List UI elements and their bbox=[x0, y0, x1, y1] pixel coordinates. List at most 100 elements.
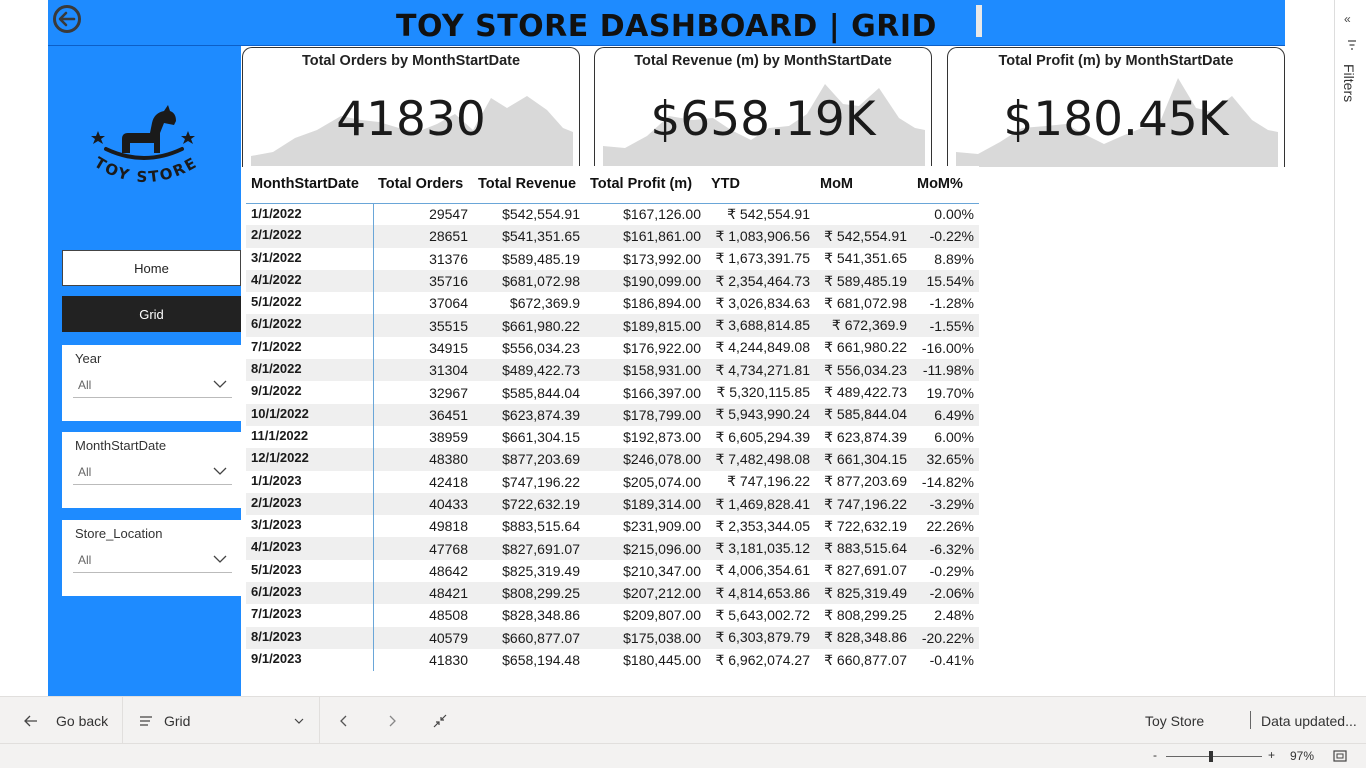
divider bbox=[122, 697, 123, 744]
table-cell: 32967 bbox=[429, 384, 468, 401]
table-cell: $623,874.39 bbox=[473, 403, 585, 426]
table-cell: ₹ 4,734,271.81 bbox=[706, 359, 815, 382]
slicer-label: Store_Location bbox=[75, 526, 163, 541]
table-cell: $207,212.00 bbox=[585, 582, 706, 605]
column-header[interactable]: Total Profit (m) bbox=[585, 166, 706, 203]
zoom-in-button[interactable]: + bbox=[1268, 748, 1275, 762]
table-cell: $660,877.07 bbox=[473, 626, 585, 649]
column-header[interactable]: Total Orders bbox=[373, 166, 473, 203]
page-title: TOY STORE DASHBOARD | GRID bbox=[396, 9, 937, 44]
zoom-out-button[interactable]: - bbox=[1153, 748, 1157, 762]
zoom-slider-thumb[interactable] bbox=[1209, 751, 1213, 762]
table-row[interactable]: 4/1/2022 35716 $681,072.98 $190,099.00 ₹ 2,3… bbox=[246, 269, 979, 293]
table-row[interactable]: 7/1/2023 48508 $828,348.86 $209,807.00 ₹ 5,6… bbox=[246, 604, 979, 627]
table-cell: ₹ 1,469,828.41 bbox=[706, 492, 815, 516]
table-row[interactable]: 8/1/2022 31304 $489,422.73 $158,931.00 ₹ 4,7… bbox=[246, 359, 979, 382]
table-row[interactable]: 10/1/2022 36451 $623,874.39 $178,799.00 ₹ 5,… bbox=[246, 403, 979, 426]
divider bbox=[1250, 711, 1251, 729]
store-location-dropdown[interactable]: All bbox=[73, 547, 232, 573]
grid-nav-button[interactable]: Grid bbox=[62, 296, 241, 332]
table-row[interactable]: 1/1/2023 42418 $747,196.22 $205,074.00 ₹ 747… bbox=[246, 470, 979, 493]
table-cell: $828,348.86 bbox=[502, 607, 580, 624]
table-row[interactable]: 9/1/2022 32967 $585,844.04 $166,397.00 ₹ 5,3… bbox=[246, 381, 979, 404]
table-row[interactable]: 5/1/2023 48642 $825,319.49 $210,347.00 ₹ 4,0… bbox=[246, 559, 979, 583]
column-header[interactable]: Total Revenue bbox=[473, 166, 585, 203]
table-cell: 34915 bbox=[429, 339, 468, 356]
home-nav-button[interactable]: Home bbox=[62, 250, 241, 286]
data-grid[interactable]: MonthStartDate Total Orders Total Revenu… bbox=[246, 166, 979, 676]
table-cell: 31376 bbox=[429, 250, 468, 267]
table-cell: ₹ 747,196.22 bbox=[815, 492, 912, 516]
chevron-right-icon bbox=[389, 715, 396, 727]
year-dropdown[interactable]: All bbox=[73, 372, 232, 398]
table-row[interactable]: 11/1/2022 38959 $661,304.15 $192,873.00 ₹ 6,… bbox=[246, 425, 979, 449]
table-cell: ₹ 747,196.22 bbox=[727, 473, 810, 490]
table-row[interactable]: 8/1/2023 40579 $660,877.07 $175,038.00 ₹ 6,3… bbox=[246, 626, 979, 649]
table-row[interactable]: 3/1/2023 49818 $883,515.64 $231,909.00 ₹ 2,3… bbox=[246, 515, 979, 538]
table-cell: $210,347.00 bbox=[623, 562, 701, 579]
table-row[interactable]: 7/1/2022 34915 $556,034.23 $176,922.00 ₹ 4,2… bbox=[246, 336, 979, 360]
column-header[interactable]: YTD bbox=[706, 166, 815, 203]
go-back-label: Go back bbox=[56, 713, 109, 729]
table-row[interactable]: 12/1/2022 48380 $877,203.69 $246,078.00 ₹ 7,… bbox=[246, 448, 979, 471]
table-cell: 41830 bbox=[429, 652, 468, 669]
total-revenue-card[interactable]: Total Revenue (m) by MonthStartDate $658… bbox=[594, 47, 932, 167]
table-cell: -14.82% bbox=[921, 473, 974, 490]
table-row[interactable]: 4/1/2023 47768 $827,691.07 $215,096.00 ₹ 3,1… bbox=[246, 537, 979, 560]
fit-to-page-icon[interactable] bbox=[1333, 750, 1347, 762]
table-cell: 48508 bbox=[429, 607, 468, 624]
table-cell: 40579 bbox=[373, 626, 473, 649]
table-cell: ₹ 661,304.15 bbox=[815, 448, 912, 471]
table-cell: 19.70% bbox=[926, 384, 974, 401]
table-cell: $661,304.15 bbox=[502, 429, 580, 446]
table-cell: ₹ 1,083,906.56 bbox=[706, 225, 815, 248]
table-cell: ₹ 623,874.39 bbox=[824, 428, 907, 445]
table-row[interactable]: 6/1/2023 48421 $808,299.25 $207,212.00 ₹ 4,8… bbox=[246, 582, 979, 605]
table-row[interactable]: 3/1/2022 31376 $589,485.19 $173,992.00 ₹ 1,6… bbox=[246, 247, 979, 270]
column-header[interactable]: MonthStartDate bbox=[246, 166, 373, 203]
column-header[interactable]: MoM% bbox=[912, 166, 979, 203]
row-date-cell: 11/1/2022 bbox=[246, 425, 374, 449]
zoom-slider-track[interactable] bbox=[1166, 756, 1262, 757]
table-cell: $173,992.00 bbox=[623, 250, 701, 267]
table-cell: ₹ 825,319.49 bbox=[815, 582, 912, 605]
row-date-cell: 1/1/2023 bbox=[246, 470, 374, 493]
table-cell: -2.06% bbox=[912, 582, 979, 605]
next-page-button[interactable] bbox=[387, 697, 397, 745]
table-cell: ₹ 3,026,834.63 bbox=[715, 294, 810, 311]
table-row[interactable]: 9/1/2023 41830 $658,194.48 $180,445.00 ₹ 6,9… bbox=[246, 648, 979, 672]
table-row[interactable]: 5/1/2022 37064 $672,369.9 $186,894.00 ₹ 3,02… bbox=[246, 292, 979, 315]
row-date-cell: 5/1/2023 bbox=[246, 559, 374, 583]
collapse-chevron-icon[interactable]: « bbox=[1344, 12, 1351, 26]
table-body: 1/1/2022 29547 $542,554.91 $167,126.00 ₹ 542… bbox=[246, 202, 979, 672]
table-cell: 6.49% bbox=[912, 403, 979, 426]
monthstartdate-dropdown[interactable]: All bbox=[73, 459, 232, 485]
table-cell: ₹ 672,369.9 bbox=[815, 314, 912, 337]
total-orders-card[interactable]: Total Orders by MonthStartDate 41830 bbox=[242, 47, 580, 167]
table-row[interactable]: 1/1/2022 29547 $542,554.91 $167,126.00 ₹ 542… bbox=[246, 202, 979, 226]
total-profit-card[interactable]: Total Profit (m) by MonthStartDate $180.… bbox=[947, 47, 1285, 167]
table-cell: 28651 bbox=[373, 225, 473, 248]
page-selector[interactable]: Grid bbox=[140, 697, 306, 745]
table-cell: 35716 bbox=[373, 269, 473, 293]
text-cursor-marker bbox=[976, 5, 982, 37]
go-back-button[interactable]: Go back bbox=[24, 697, 108, 745]
table-cell: ₹ 883,515.64 bbox=[815, 537, 912, 560]
exit-fullscreen-button[interactable] bbox=[433, 697, 447, 745]
table-row[interactable]: 6/1/2022 35515 $661,980.22 $189,815.00 ₹ 3,6… bbox=[246, 314, 979, 337]
table-cell: 37064 bbox=[429, 295, 468, 312]
table-cell: ₹ 542,554.91 bbox=[815, 225, 912, 248]
filters-label[interactable]: Filters bbox=[1341, 64, 1357, 102]
table-cell: 35515 bbox=[373, 314, 473, 337]
data-updated-text[interactable]: Data updated... bbox=[1261, 697, 1357, 745]
table-row[interactable]: 2/1/2023 40433 $722,632.19 $189,314.00 ₹ 1,4… bbox=[246, 492, 979, 516]
collapse-arrows-icon bbox=[433, 714, 447, 728]
column-header[interactable]: MoM bbox=[815, 166, 912, 203]
chevron-down-icon bbox=[213, 467, 227, 475]
table-cell: $585,844.04 bbox=[502, 384, 580, 401]
previous-page-button[interactable] bbox=[339, 697, 349, 745]
table-cell: -6.32% bbox=[912, 537, 979, 560]
table-cell: 31304 bbox=[373, 359, 473, 382]
table-row[interactable]: 2/1/2022 28651 $541,351.65 $161,861.00 ₹ 1,0… bbox=[246, 225, 979, 248]
card-value: 41830 bbox=[336, 92, 486, 147]
